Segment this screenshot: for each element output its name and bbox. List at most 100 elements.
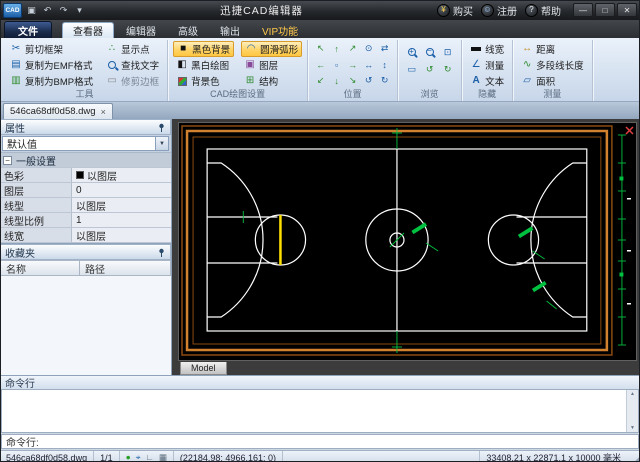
pan-down-right-button[interactable]: ↘ <box>345 73 360 88</box>
refresh-view-button[interactable]: ↻ <box>439 61 456 77</box>
pan-up-right-button[interactable]: ↗ <box>345 41 360 56</box>
smooth-arc-toggle[interactable]: ◠ 圆滑弧形 <box>241 41 302 57</box>
fit-height-button[interactable]: ↕ <box>377 57 392 72</box>
pan-left-button[interactable]: ← <box>313 57 328 72</box>
basketball-court-drawing[interactable] <box>179 123 636 360</box>
measure-polyline-button[interactable]: ∿ 多段线长度 <box>518 57 587 73</box>
resize-grip[interactable]: ◢ <box>627 451 640 462</box>
hide-text-label: 文本 <box>485 74 504 88</box>
background-color-label: 背景色 <box>191 74 220 88</box>
property-section-general[interactable]: − 一般设置 <box>0 153 171 168</box>
favorites-title: 收藏夹 <box>5 245 35 260</box>
preset-dropdown[interactable]: 默认值 ▼ <box>2 136 169 151</box>
bw-drawing-button[interactable]: ◧ 黑白绘图 <box>173 57 234 73</box>
swap-view-button[interactable]: ⇄ <box>377 41 392 56</box>
property-value[interactable]: 0 <box>72 183 171 197</box>
model-tab[interactable]: Model <box>180 362 227 375</box>
show-points-button[interactable]: ∴ 显示点 <box>103 41 162 57</box>
column-path[interactable]: 路径 <box>80 260 171 276</box>
black-background-icon: ■ <box>177 44 189 54</box>
origin-button[interactable]: ▫ <box>329 57 344 72</box>
buy-icon: ¥ <box>437 4 450 17</box>
column-name[interactable]: 名称 <box>0 260 80 276</box>
commandline-input[interactable]: 命令行: <box>1 434 639 449</box>
favorites-list[interactable] <box>0 276 171 375</box>
file-menu-button[interactable]: 文件 <box>4 21 52 38</box>
hide-measure-label: 测量 <box>485 58 504 72</box>
hide-measure-button[interactable]: ∠ 测量 <box>467 57 507 73</box>
black-background-toggle[interactable]: ■ 黑色背景 <box>173 41 234 57</box>
window-title: 迅捷CAD编辑器 <box>89 3 434 18</box>
rotate-cw-button[interactable]: ↻ <box>377 73 392 88</box>
tab-advanced[interactable]: 高级 <box>168 22 208 38</box>
property-value[interactable]: 以图层 <box>72 228 171 242</box>
zoom-window-button[interactable]: ⊡ <box>439 44 456 60</box>
property-value[interactable]: 以图层 <box>72 168 171 182</box>
smooth-arc-icon: ◠ <box>245 44 257 54</box>
pin-icon[interactable] <box>157 248 166 257</box>
quick-menu-chevron-icon[interactable]: ▾ <box>73 3 86 17</box>
measure-distance-label: 距离 <box>536 42 555 56</box>
distance-icon: ↔ <box>521 44 533 54</box>
zoom-in-button[interactable] <box>403 44 420 60</box>
statusbar: 546ca68df0d58.dwg 1/1 ● ⌖ ∟ ▦ (22184.98;… <box>0 450 640 462</box>
property-row-color: 色彩 以图层 <box>0 168 171 183</box>
clip-frame-label: 剪切框架 <box>25 42 63 56</box>
commandline-scrollbar[interactable]: ▲ ▼ <box>626 390 638 432</box>
measure-area-label: 面积 <box>536 74 555 88</box>
layers-button[interactable]: ▣ 图层 <box>241 57 302 73</box>
crosshair-toggle-icon[interactable]: ⌖ <box>136 453 141 462</box>
pan-down-button[interactable]: ↓ <box>329 73 344 88</box>
snap-toggle-icon[interactable]: ● <box>126 453 131 462</box>
favorites-column-headers: 名称 路径 <box>0 260 171 276</box>
undo-icon[interactable]: ↶ <box>41 3 54 17</box>
save-icon[interactable]: ▣ <box>25 3 38 17</box>
commandline-history[interactable]: ▲ ▼ <box>1 389 639 433</box>
collapse-icon[interactable]: − <box>3 156 12 165</box>
lineweight-icon <box>470 47 482 51</box>
help-icon: ? <box>525 4 538 17</box>
tab-viewer[interactable]: 查看器 <box>62 22 114 38</box>
fit-width-button[interactable]: ↔ <box>361 57 376 72</box>
help-button[interactable]: ? 帮助 <box>525 3 561 18</box>
favorites-panel-header: 收藏夹 <box>0 244 171 260</box>
zoom-in-icon <box>408 48 416 56</box>
layout-tab-bar: Model <box>172 361 640 375</box>
pan-right-button[interactable]: → <box>345 57 360 72</box>
center-view-button[interactable]: ⊙ <box>361 41 376 56</box>
grid-toggle-icon[interactable]: ▦ <box>159 453 167 462</box>
scroll-down-icon[interactable]: ▼ <box>630 425 635 431</box>
register-button[interactable]: ☺ 注册 <box>481 3 517 18</box>
previous-view-button[interactable]: ↺ <box>421 61 438 77</box>
copy-emf-button[interactable]: ▤ 复制为EMF格式 <box>7 57 96 73</box>
ortho-toggle-icon[interactable]: ∟ <box>146 453 154 462</box>
minimize-button[interactable]: — <box>573 3 593 17</box>
drawing-viewport[interactable] <box>178 122 637 361</box>
measure-distance-button[interactable]: ↔ 距离 <box>518 41 587 57</box>
zoom-out-button[interactable] <box>421 44 438 60</box>
buy-label: 购买 <box>453 3 473 18</box>
pan-up-left-button[interactable]: ↖ <box>313 41 328 56</box>
tab-vip[interactable]: VIP功能 <box>252 22 308 38</box>
tab-editor[interactable]: 编辑器 <box>116 22 166 38</box>
tab-output[interactable]: 输出 <box>210 22 250 38</box>
hide-lineweight-button[interactable]: 线宽 <box>467 41 507 57</box>
find-text-button[interactable]: 查找文字 <box>103 57 162 73</box>
scroll-up-icon[interactable]: ▲ <box>630 391 635 397</box>
pin-icon[interactable] <box>157 123 166 132</box>
property-value[interactable]: 以图层 <box>72 198 171 212</box>
redo-icon[interactable]: ↷ <box>57 3 70 17</box>
bw-drawing-icon: ◧ <box>176 60 188 70</box>
document-tab[interactable]: 546ca68df0d58.dwg × <box>3 103 113 119</box>
buy-button[interactable]: ¥ 购买 <box>437 3 473 18</box>
pan-up-button[interactable]: ↑ <box>329 41 344 56</box>
rotate-ccw-button[interactable]: ↺ <box>361 73 376 88</box>
document-close-icon[interactable]: × <box>101 107 106 117</box>
maximize-button[interactable]: □ <box>595 3 615 17</box>
close-button[interactable]: ✕ <box>617 3 637 17</box>
chevron-down-icon[interactable]: ▼ <box>155 137 168 150</box>
pan-down-left-button[interactable]: ↙ <box>313 73 328 88</box>
property-value[interactable]: 1 <box>72 213 171 227</box>
clip-frame-button[interactable]: ✂ 剪切框架 <box>7 41 96 57</box>
zoom-extents-button[interactable]: ▭ <box>403 61 420 77</box>
